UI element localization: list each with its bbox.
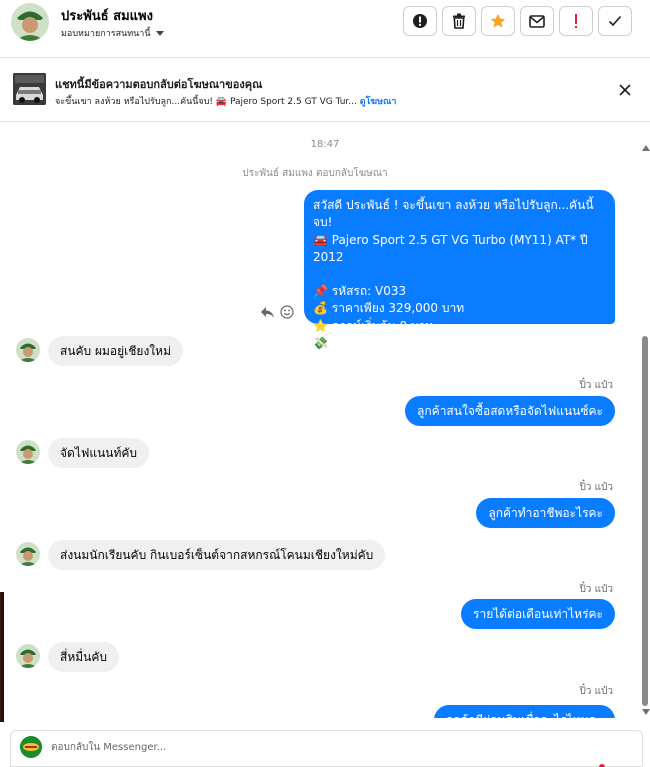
envelope-icon (529, 14, 545, 28)
ad-message-line: 💸 ผ่อนเริ่มต้น 5,xxx บาท ตลอดสัญญา (313, 336, 520, 351)
exclamation-circle-icon (413, 14, 427, 28)
window-edge (0, 592, 4, 722)
reply-composer[interactable]: ตอบกลับใน Messenger... (10, 730, 643, 767)
conversation-header: ประพันธ์ สมแพง มอบหมายการสนทนานี้ (0, 0, 650, 58)
close-icon (619, 84, 631, 96)
outgoing-message[interactable]: ลูกค้าสนใจซื้อสดหรือจัดไฟแนนซ์คะ (405, 396, 615, 426)
contact-name[interactable]: ประพันธ์ สมแพง (61, 5, 153, 26)
outgoing-message[interactable]: ลูกค้ามีผ่อนสินเชื่ออะไรไหมคะ (433, 705, 615, 718)
message-sender: ปิ๋ว แป๋ว (579, 380, 613, 391)
message-timestamp: 18:47 (310, 139, 340, 150)
page-avatar (20, 736, 42, 758)
incoming-message[interactable]: จัดไฟแนนท์คับ (48, 438, 150, 468)
mark-unread-button[interactable] (520, 6, 554, 36)
ad-banner-title: แชทนี้มีข้อความตอบกลับต่อโฆษณาของคุณ (55, 78, 263, 91)
message-sender: ปิ๋ว แป๋ว (579, 584, 613, 595)
message-sender: ปิ๋ว แป๋ว (579, 482, 613, 493)
contact-avatar-small (16, 338, 40, 362)
assign-conversation-dropdown[interactable]: มอบหมายการสนทนานี้ (61, 26, 164, 40)
ad-message-line: 💰 ราคาเพียง 329,000 บาท (313, 301, 465, 316)
mark-done-button[interactable] (598, 6, 632, 36)
reply-input[interactable]: ตอบกลับใน Messenger... (51, 740, 166, 755)
check-icon (608, 15, 622, 27)
reply-icon[interactable] (260, 306, 275, 319)
assign-label: มอบหมายการสนทนานี้ (61, 29, 151, 39)
follow-up-button[interactable] (559, 6, 593, 36)
ad-message-line: ⭐ ดาวน์เริ่มต้น 0 บาท (313, 318, 434, 333)
ad-message-line: 📌 รหัสรถ: V033 (313, 284, 407, 299)
ad-reply-banner: แชทนี้มีข้อความตอบกลับต่อโฆษณาของคุณ จะข… (0, 58, 650, 122)
contact-avatar[interactable] (11, 3, 49, 41)
scroll-up-arrow-icon[interactable] (642, 145, 650, 151)
outgoing-message[interactable]: รายได้ต่อเดือนเท่าไหร่คะ (461, 599, 615, 629)
exclamation-icon (575, 14, 577, 28)
ad-message-line (313, 266, 606, 283)
incoming-message[interactable]: ส่งนมนักเรียนคับ กินเบอร์เซ็นต์จากสหกรณ์… (48, 540, 386, 570)
contact-avatar-small (16, 440, 40, 464)
trash-icon (453, 13, 465, 29)
ad-message-line: สวัสดี ประพันธ์ ! จะขึ้นเขา ลงห้วย หรือไ… (313, 198, 594, 230)
contact-avatar-small (16, 542, 40, 566)
star-icon (490, 13, 506, 28)
incoming-message[interactable]: สนคับ ผมอยู่เชียงใหม่ (48, 336, 183, 366)
close-banner-button[interactable] (616, 81, 634, 99)
react-smiley-icon[interactable] (280, 305, 294, 319)
view-ad-link[interactable]: ดูโฆษณา (360, 97, 397, 107)
ad-message-line: 🚘 Pajero Sport 2.5 GT VG Turbo (MY11) AT… (313, 232, 588, 264)
ad-reply-label: ประพันธ์ สมแพง ตอบกลับโฆษณา (242, 168, 388, 179)
contact-avatar-small (16, 644, 40, 668)
ad-thumbnail[interactable] (13, 73, 46, 105)
message-sender: ปิ๋ว แป๋ว (579, 686, 613, 697)
outgoing-message[interactable]: ลูกค้าทำอาชีพอะไรคะ (476, 498, 615, 528)
scroll-down-arrow-icon[interactable] (642, 709, 650, 715)
caret-down-icon (155, 30, 164, 36)
delete-button[interactable] (442, 6, 476, 36)
incoming-message[interactable]: สี่หมื่นคับ (48, 642, 119, 672)
ad-preview-text: จะขึ้นเขา ลงห้วย หรือไปรับลูก...คันนี้จบ… (55, 97, 357, 107)
star-button[interactable] (481, 6, 515, 36)
ad-banner-subtitle: จะขึ้นเขา ลงห้วย หรือไปรับลูก...คันนี้จบ… (55, 94, 396, 108)
scrollbar-thumb[interactable] (642, 336, 648, 706)
ad-message-bubble[interactable]: สวัสดี ประพันธ์ ! จะขึ้นเขา ลงห้วย หรือไ… (304, 190, 615, 350)
mark-spam-button[interactable] (403, 6, 437, 36)
